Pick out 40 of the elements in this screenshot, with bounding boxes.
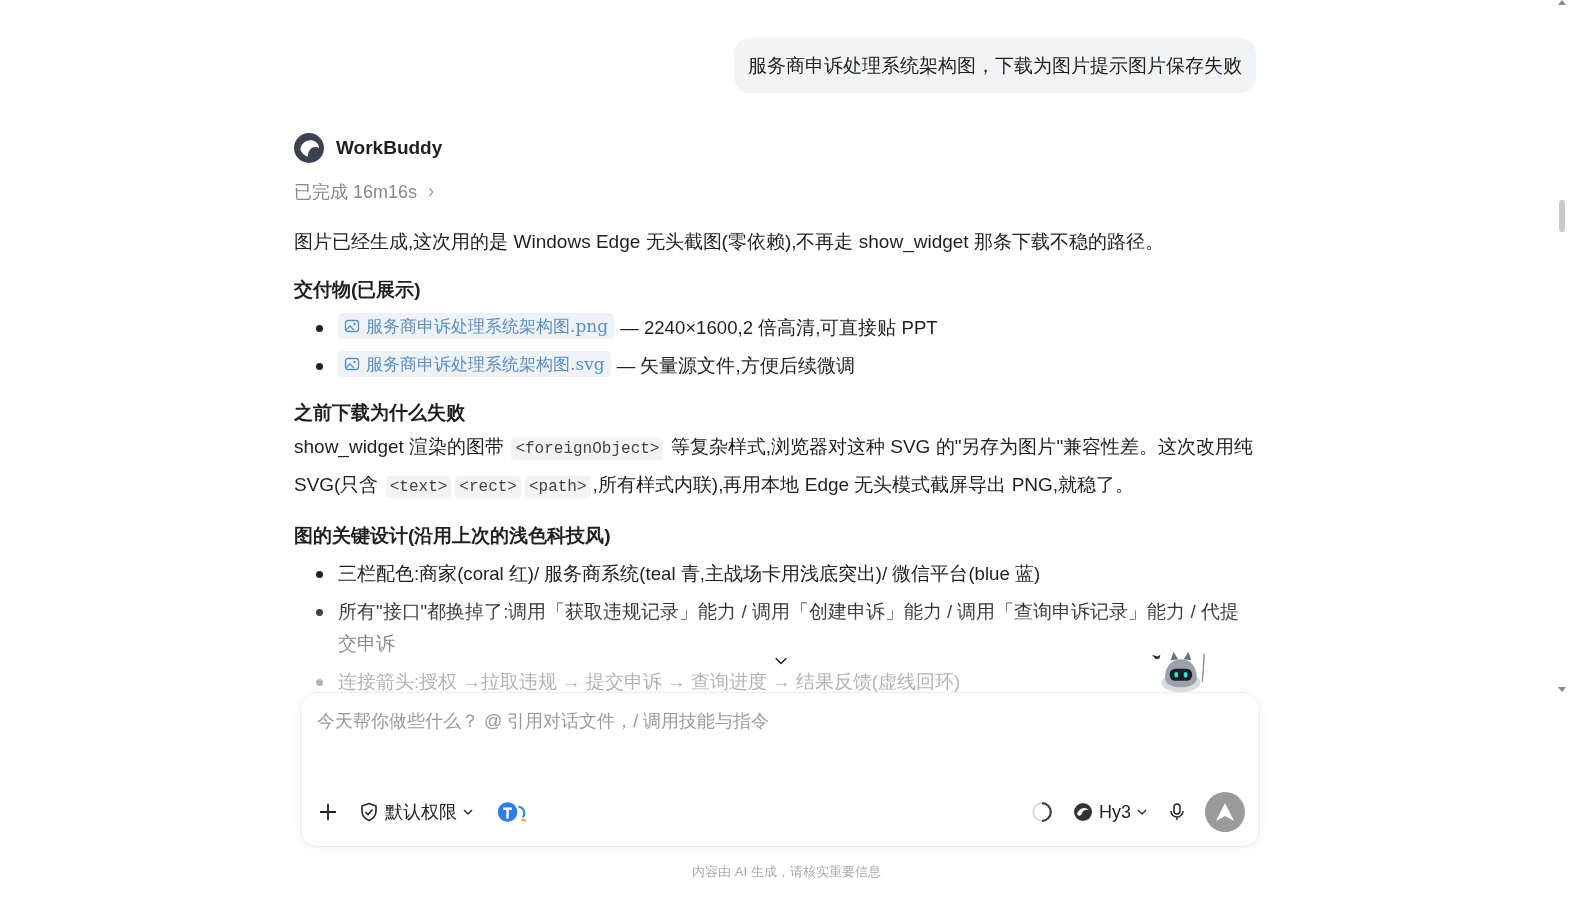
loading-spinner-icon bbox=[1031, 801, 1053, 823]
permission-dropdown[interactable]: 默认权限 bbox=[357, 798, 475, 826]
section-heading: 图的关键设计(沿用上次的浅色科技风) bbox=[294, 524, 612, 548]
paragraph-text: show_widget 渲染的图带 <foreignObject> 等复杂样式,浏览器对这种 SVG 的"另存为图片"兼容性差。这次改用纯 SVG(只含 <text> <rect> <path> ,所有样式内联),再用本地 Edge 无头模式截屏导出 PNG,就稳了。 bbox=[294, 435, 1255, 500]
bullet-icon bbox=[316, 325, 323, 332]
status-toggle[interactable]: 已完成 16m16s bbox=[294, 180, 436, 204]
scroll-up-icon[interactable] bbox=[1558, 0, 1566, 5]
send-button[interactable] bbox=[1205, 792, 1245, 832]
image-file-icon bbox=[344, 318, 360, 334]
message-input-field[interactable]: 今天帮你做些什么？ @ 引用对话文件，/ 调用技能与指令 默认权限 Hy3 bbox=[300, 692, 1260, 847]
app-logo-icon bbox=[294, 133, 324, 163]
section-heading: 之前下载为什么失败 bbox=[294, 401, 466, 425]
assistant-name: WorkBuddy bbox=[336, 137, 443, 159]
list-item-text: 连接箭头:授权 →拉取违规 → 提交申诉 → 查询进度 → 结果反馈(虚线回环) bbox=[338, 671, 961, 692]
file-description: — 2240×1600,2 倍高清,可直接贴 PPT bbox=[620, 317, 938, 338]
microphone-button[interactable] bbox=[1167, 801, 1187, 823]
bullet-icon bbox=[316, 571, 323, 578]
bullet-icon bbox=[316, 363, 323, 370]
chevron-right-icon bbox=[427, 186, 436, 198]
bullet-icon bbox=[316, 609, 323, 616]
shield-check-icon bbox=[359, 802, 379, 822]
caret-icon bbox=[1137, 808, 1147, 816]
disclaimer-text: 内容由 AI 生成，请核实重要信息 bbox=[691, 863, 882, 881]
model-logo-icon bbox=[1073, 802, 1093, 822]
scrollbar-thumb[interactable] bbox=[1559, 200, 1565, 232]
add-button[interactable] bbox=[317, 801, 339, 823]
bullet-icon bbox=[316, 679, 323, 686]
list-item-text: 所有"接口"都换掉了:调用「获取违规记录」能力 / 调用「创建申诉」能力 / 调用「查询申诉记录」能力 / 代提交申诉 bbox=[338, 601, 1239, 654]
scroll-down-icon[interactable] bbox=[1558, 687, 1566, 692]
caret-icon bbox=[463, 808, 473, 816]
plus-icon bbox=[319, 803, 337, 821]
list-item-text: 三栏配色:商家(coral 红)/ 服务商系统(teal 青,主战场卡用浅底突出)/ 微信平台(blue 蓝) bbox=[338, 563, 1041, 584]
section-heading: 交付物(已展示) bbox=[294, 278, 422, 302]
user-message: 服务商申诉处理系统架构图，下载为图片提示图片保存失败 bbox=[734, 38, 1256, 93]
file-description: — 矢量源文件,方便后续微调 bbox=[616, 355, 855, 376]
paragraph-text: 图片已经生成,这次用的是 Windows Edge 无头截图(零依赖),不再走 show_widget 那条下载不稳的路径。 bbox=[294, 230, 1165, 255]
arrow-up-icon bbox=[1216, 803, 1234, 821]
microphone-icon bbox=[1169, 803, 1185, 821]
image-file-icon bbox=[344, 356, 360, 372]
model-dropdown[interactable]: Hy3 bbox=[1071, 799, 1149, 825]
